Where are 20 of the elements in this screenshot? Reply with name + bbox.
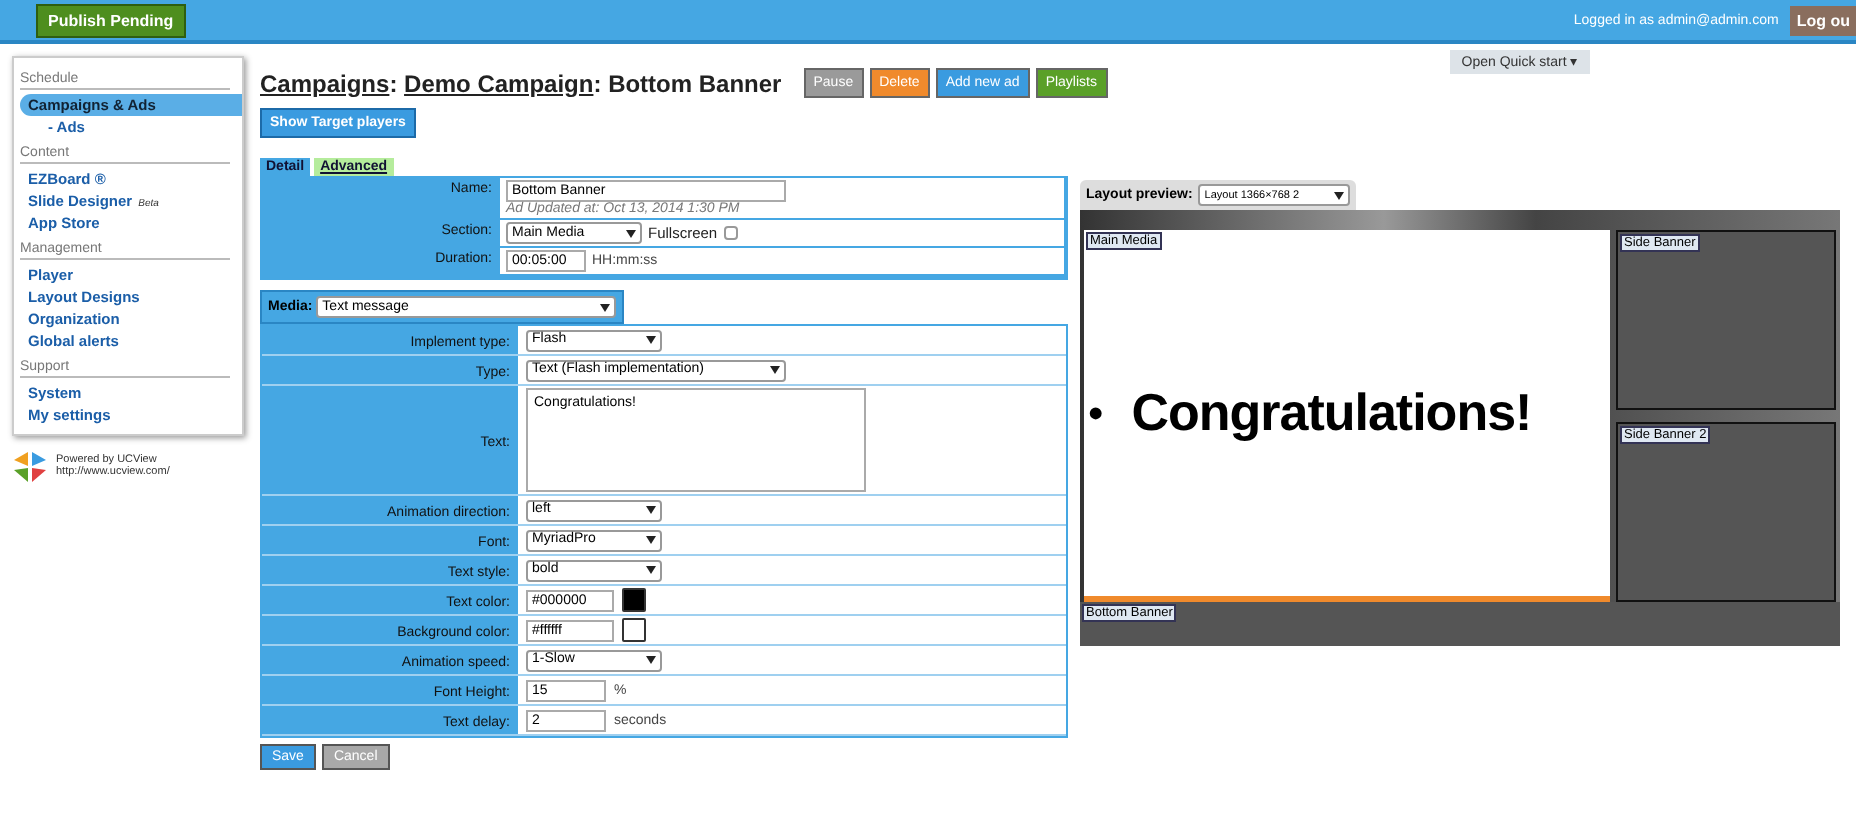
caret-icon: [646, 536, 656, 544]
caret-icon: [1334, 191, 1345, 199]
bullet: •: [1088, 387, 1104, 439]
caret-icon: [646, 506, 656, 514]
caret-icon: [770, 366, 780, 374]
logout-button[interactable]: Log ou: [1790, 5, 1856, 35]
caret-icon: [646, 336, 656, 344]
breadcrumb-link[interactable]: Demo Campaign: [404, 69, 594, 97]
logo-icon: [12, 448, 48, 484]
publish-button[interactable]: Publish Pending: [36, 3, 186, 37]
color-swatch[interactable]: [622, 588, 646, 612]
page-title: Campaigns: Demo Campaign: Bottom Banner: [260, 69, 782, 97]
breadcrumb-link[interactable]: Campaigns: [260, 69, 390, 97]
message-text: Congratulations!: [1131, 382, 1532, 444]
color-swatch[interactable]: [622, 618, 646, 642]
caret-icon: [646, 656, 656, 664]
caret-icon: [626, 229, 636, 237]
checkbox[interactable]: [723, 226, 738, 240]
caret-icon: [646, 566, 656, 574]
caret-icon: [600, 303, 611, 311]
